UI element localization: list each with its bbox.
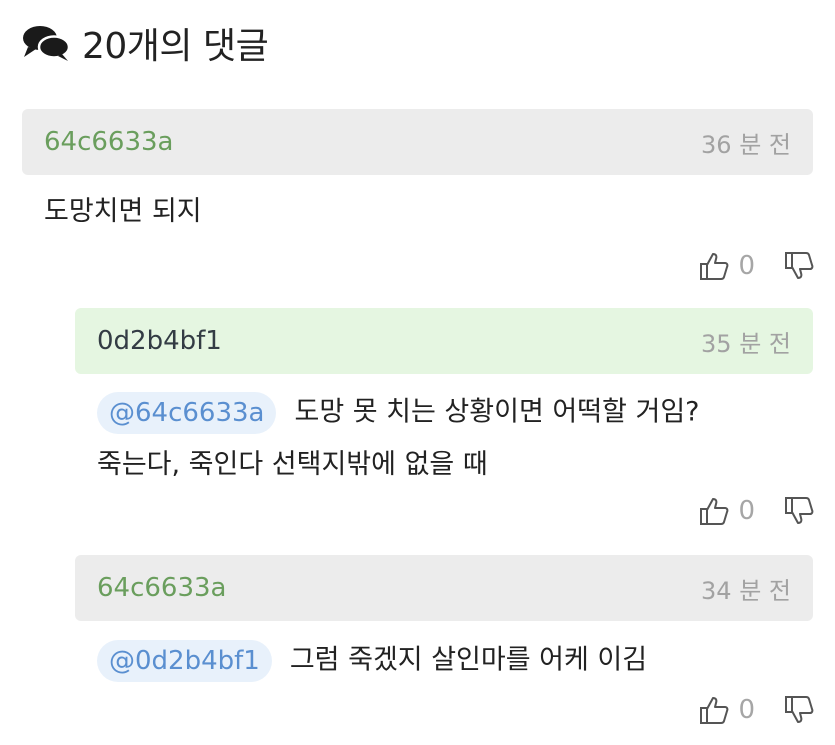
mention-tag[interactable]: @0d2b4bf1 [97, 639, 272, 682]
mention-tag[interactable]: @64c6633a [97, 391, 277, 434]
comment-text-line-1: 도망 못 치는 상황이면 어떡할 거임? [294, 396, 700, 428]
comment-body: 도망치면 되지 [22, 187, 813, 237]
comment-text: 그럼 죽겠지 살인마를 어케 이김 [289, 644, 648, 676]
like-count: 0 [738, 496, 755, 526]
comments-header: 20개의 댓글 [20, 18, 269, 68]
comment-body: @64c6633a 도망 못 치는 상황이면 어떡할 거임? 죽는다, 죽인다 선… [75, 386, 813, 491]
reply-item: 64c6633a 34 분 전 @0d2b4bf1 그럼 죽겠지 살인마를 어케 … [75, 555, 813, 686]
comment-text: 도망치면 되지 [44, 196, 202, 227]
vote-bar: 0 [698, 491, 815, 531]
comment-author[interactable]: 64c6633a [97, 573, 226, 603]
comment-header: 64c6633a 36 분 전 [22, 109, 813, 175]
thumbs-down-icon[interactable] [783, 694, 815, 726]
comment-author[interactable]: 64c6633a [44, 127, 173, 157]
vote-bar: 0 [698, 690, 815, 730]
reply-item: 0d2b4bf1 35 분 전 @64c6633a 도망 못 치는 상황이면 어떡… [75, 308, 813, 491]
comment-time: 36 분 전 [701, 130, 791, 159]
speech-bubbles-icon [23, 26, 71, 61]
thumbs-down-icon[interactable] [783, 495, 815, 527]
comment-count-title: 20개의 댓글 [82, 26, 269, 67]
comment-body: @0d2b4bf1 그럼 죽겠지 살인마를 어케 이김 [75, 635, 813, 686]
thumbs-up-icon[interactable] [698, 250, 730, 282]
thumbs-up-icon[interactable] [698, 495, 730, 527]
thumbs-down-icon[interactable] [783, 250, 815, 282]
comment-author[interactable]: 0d2b4bf1 [97, 326, 222, 356]
comment-item: 64c6633a 36 분 전 도망치면 되지 [22, 109, 813, 237]
comment-text-line-2: 죽는다, 죽인다 선택지밖에 없을 때 [97, 448, 488, 480]
comment-header: 64c6633a 34 분 전 [75, 555, 813, 621]
comment-header: 0d2b4bf1 35 분 전 [75, 308, 813, 374]
comment-time: 35 분 전 [701, 329, 791, 358]
like-count: 0 [738, 251, 755, 281]
comment-time: 34 분 전 [701, 576, 791, 605]
thumbs-up-icon[interactable] [698, 694, 730, 726]
vote-bar: 0 [698, 246, 815, 286]
comments-page: 20개의 댓글 64c6633a 36 분 전 도망치면 되지 0 0d2b4b… [0, 0, 835, 745]
like-count: 0 [738, 695, 755, 725]
